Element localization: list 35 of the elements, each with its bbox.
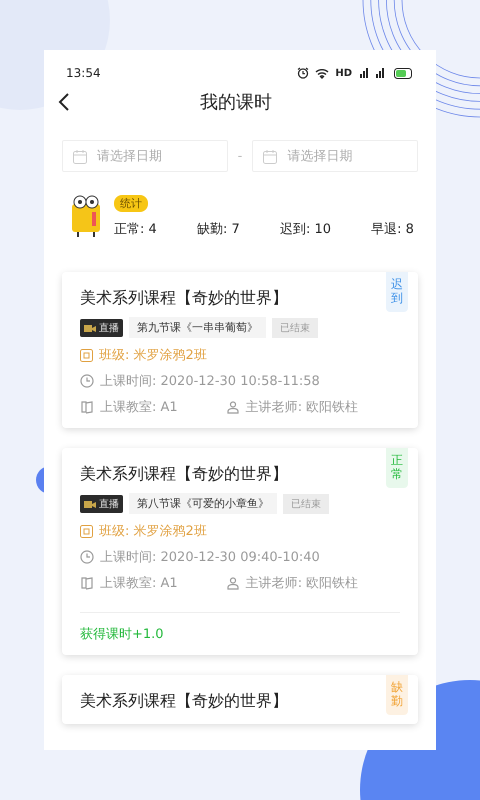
lesson-card[interactable]: 美术系列课程【奇妙的世界】 正常 直播 第八节课《可爱的小章鱼》 已结束 班级: 米罗涂鸦2班 上课时间: 2020-12-30 09:40-10:40 上课教室: A1 主讲老师: 欧阳铁柱 获得课时+1.0	[62, 448, 418, 655]
classroom: 上课教室: A1	[100, 575, 178, 592]
stat-count: 早退: 8	[371, 221, 414, 238]
teacher: 主讲老师: 欧阳铁柱	[246, 399, 358, 416]
reward-text: 获得课时+1.0	[80, 627, 164, 642]
attendance-tag: 迟到	[386, 272, 408, 312]
live-badge: 直播	[80, 494, 123, 512]
stat-count: 正常: 4	[114, 221, 157, 238]
lesson-name: 第九节课《一串串葡萄》	[129, 317, 266, 338]
lesson-time: 上课时间: 2020-12-30 09:40-10:40	[100, 549, 320, 566]
network-label: HD	[335, 68, 352, 78]
live-badge: 直播	[80, 318, 123, 336]
teacher: 主讲老师: 欧阳铁柱	[246, 575, 358, 592]
page-title: 我的课时	[199, 91, 273, 114]
stats-badge: 统计	[114, 195, 148, 212]
lesson-state: 已结束	[283, 494, 329, 514]
date-separator: -	[238, 148, 242, 164]
class-name: 班级: 米罗涂鸦2班	[99, 523, 207, 540]
course-title: 美术系列课程【奇妙的世界】	[80, 691, 288, 712]
stat-count: 迟到: 10	[280, 221, 331, 238]
course-title: 美术系列课程【奇妙的世界】	[80, 464, 288, 485]
lesson-card[interactable]: 美术系列课程【奇妙的世界】 迟到 直播 第九节课《一串串葡萄》 已结束 班级: 米罗涂鸦2班 上课时间: 2020-12-30 10:58-11:58 上课教室: A1 主讲老师: 欧阳铁柱	[62, 272, 418, 428]
end-date-field[interactable]: 请选择日期	[252, 140, 418, 172]
stat-count: 缺勤: 7	[196, 221, 240, 238]
lesson-name: 第八节课《可爱的小章鱼》	[129, 493, 277, 514]
classroom: 上课教室: A1	[100, 399, 178, 416]
start-date-field[interactable]: 请选择日期	[62, 140, 228, 172]
status-time: 13:54	[66, 66, 101, 80]
attendance-tag: 缺勤	[386, 675, 408, 715]
lesson-state: 已结束	[272, 318, 318, 338]
course-title: 美术系列课程【奇妙的世界】	[80, 288, 288, 309]
class-name: 班级: 米罗涂鸦2班	[99, 347, 207, 364]
attendance-tag: 正常	[386, 448, 408, 488]
lesson-time: 上课时间: 2020-12-30 10:58-11:58	[100, 373, 320, 390]
lesson-card[interactable]: 美术系列课程【奇妙的世界】 缺勤	[62, 675, 418, 724]
